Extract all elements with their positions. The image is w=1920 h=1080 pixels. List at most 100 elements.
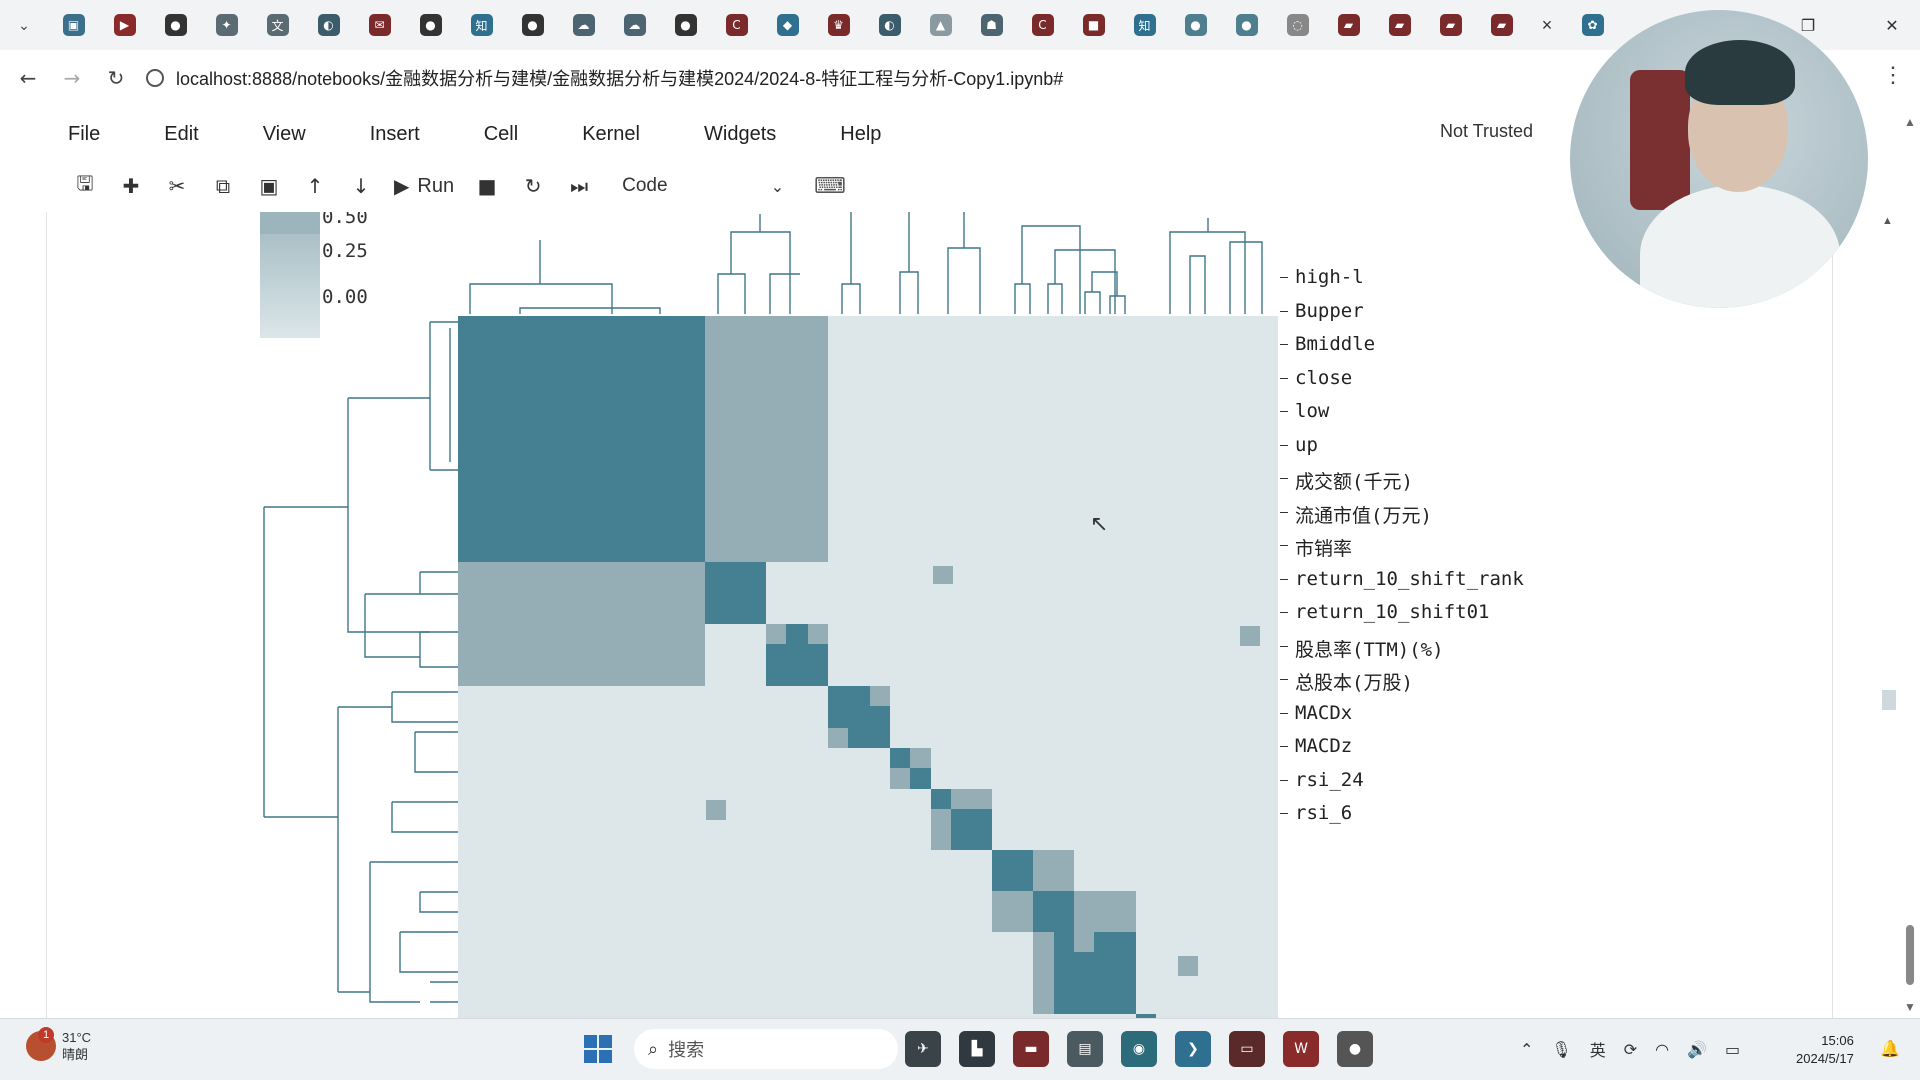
browser-tab[interactable]: ● <box>1221 0 1272 50</box>
cell-type-value: Code <box>622 175 668 196</box>
microphone-icon[interactable]: 🎙 <box>1551 1040 1571 1059</box>
page-scrollbar[interactable]: ▲ ▼ <box>1900 115 1920 1015</box>
browser-tab[interactable]: C <box>711 0 762 50</box>
browser-tab[interactable]: ✉ <box>354 0 405 50</box>
sync-icon[interactable]: ⟳ <box>1624 1040 1637 1059</box>
output-scroll-up-icon[interactable]: ▲ <box>1882 215 1893 227</box>
browser-tab[interactable]: 知 <box>1119 0 1170 50</box>
taskbar-app-chrome[interactable]: ◉ <box>1121 1031 1157 1067</box>
browser-tab[interactable]: ◌ <box>1272 0 1323 50</box>
browser-tab[interactable]: ● <box>150 0 201 50</box>
taskbar-app-wps[interactable]: W <box>1283 1031 1319 1067</box>
active-tab[interactable]: ✿ <box>1567 0 1618 50</box>
scrollbar-thumb[interactable] <box>1906 925 1914 985</box>
browser-tab[interactable]: ▰ <box>1476 0 1527 50</box>
menu-file[interactable]: File <box>58 117 110 152</box>
browser-tab[interactable]: ◐ <box>303 0 354 50</box>
browser-tab[interactable]: C <box>1017 0 1068 50</box>
more-vertical-icon: ⋮ <box>1882 62 1904 87</box>
chevron-up-icon[interactable]: ⌃ <box>1520 1040 1533 1059</box>
back-button[interactable]: ← <box>6 56 50 100</box>
row-tick <box>1280 411 1288 412</box>
browser-tab[interactable]: ▣ <box>48 0 99 50</box>
ime-icon[interactable]: 英 <box>1590 1037 1606 1061</box>
taskbar-search[interactable]: ⌕ 搜索 <box>634 1029 898 1069</box>
browser-tab[interactable]: ▲ <box>915 0 966 50</box>
interrupt-button[interactable]: ■ <box>464 167 510 205</box>
browser-tab[interactable]: ☁ <box>609 0 660 50</box>
trust-status[interactable]: Not Trusted <box>1440 121 1533 142</box>
browser-tab[interactable]: 知 <box>456 0 507 50</box>
notification-bell-icon[interactable]: 🔔 <box>1880 1039 1900 1058</box>
reload-button[interactable]: ↻ <box>94 56 138 100</box>
start-button[interactable] <box>584 1035 612 1063</box>
menu-help[interactable]: Help <box>830 117 891 152</box>
menu-view[interactable]: View <box>253 117 316 152</box>
taskbar-app-vscode[interactable]: ❯ <box>1175 1031 1211 1067</box>
cut-button[interactable]: ✂ <box>154 167 200 205</box>
forward-button[interactable]: → <box>50 56 94 100</box>
paste-button[interactable]: ▣ <box>246 167 292 205</box>
weather-widget[interactable]: 1 31°C 晴朗 <box>26 1027 91 1063</box>
close-window-button[interactable]: ✕ <box>1864 0 1920 50</box>
close-icon: × <box>1541 14 1553 35</box>
restart-run-all-button[interactable]: ⏭ <box>556 167 602 205</box>
taskbar-clock[interactable]: 15:06 2024/5/17 <box>1796 1032 1854 1068</box>
menu-edit[interactable]: Edit <box>154 117 208 152</box>
browser-tab[interactable]: ☁ <box>558 0 609 50</box>
taskbar-app-media[interactable]: ▬ <box>1013 1031 1049 1067</box>
taskbar-app-explorer[interactable]: ▤ <box>1067 1031 1103 1067</box>
menu-widgets[interactable]: Widgets <box>694 117 786 152</box>
taskbar-app-terminal[interactable]: ▭ <box>1229 1031 1265 1067</box>
browser-tab[interactable]: ◐ <box>864 0 915 50</box>
row-dendrogram <box>419 571 458 668</box>
run-button[interactable]: ▶ Run <box>384 174 464 198</box>
url-field[interactable]: localhost:8888/notebooks/金融数据分析与建模/金融数据分… <box>146 65 1063 91</box>
taskbar-app-recorder[interactable]: ● <box>1337 1031 1373 1067</box>
insert-cell-button[interactable]: ✚ <box>108 167 154 205</box>
browser-menu-button[interactable]: ⋮ <box>1882 62 1904 88</box>
chat-icon: ◆ <box>776 14 799 36</box>
row-tick <box>1280 813 1288 814</box>
scroll-up-icon[interactable]: ▲ <box>1904 115 1916 129</box>
restart-button[interactable]: ↻ <box>510 167 556 205</box>
robot-icon: ☗ <box>980 14 1003 36</box>
browser-tab[interactable]: ● <box>660 0 711 50</box>
menu-cell[interactable]: Cell <box>474 117 528 152</box>
browser-tab[interactable]: ◆ <box>762 0 813 50</box>
browser-tab[interactable]: ▰ <box>1323 0 1374 50</box>
move-down-button[interactable]: ↓ <box>338 167 384 205</box>
output-scrollbar-thumb[interactable] <box>1882 690 1896 710</box>
browser-tab[interactable]: ✦ <box>201 0 252 50</box>
browser-tab[interactable]: 文 <box>252 0 303 50</box>
browser-tab[interactable]: ▰ <box>1374 0 1425 50</box>
move-up-button[interactable]: ↑ <box>292 167 338 205</box>
volume-icon[interactable]: 🔊 <box>1687 1040 1707 1059</box>
browser-tab[interactable]: ▶ <box>99 0 150 50</box>
keyboard-shortcuts-button[interactable]: ⌨ <box>814 173 846 199</box>
copy-button[interactable]: ⧉ <box>200 167 246 205</box>
taskbar-app-files[interactable]: ▙ <box>959 1031 995 1067</box>
browser-tab[interactable]: ● <box>1170 0 1221 50</box>
clock-date: 2024/5/17 <box>1796 1051 1854 1066</box>
site-info-icon[interactable] <box>146 69 164 87</box>
browser-tab[interactable]: ● <box>405 0 456 50</box>
browser-tab[interactable]: ♛ <box>813 0 864 50</box>
heatmap-cell <box>766 624 786 644</box>
browser-tab[interactable]: ▰ <box>1425 0 1476 50</box>
battery-icon[interactable]: ▭ <box>1725 1040 1740 1059</box>
tab-close-button[interactable]: × <box>1527 0 1567 50</box>
heatmap-cell <box>1033 891 1074 932</box>
tab-search-button[interactable]: ⌄ <box>0 0 48 50</box>
taskbar-app-eagle[interactable]: ✈ <box>905 1031 941 1067</box>
cell-type-select[interactable]: Code ⌄ <box>618 169 788 203</box>
menu-insert[interactable]: Insert <box>360 117 430 152</box>
menu-kernel[interactable]: Kernel <box>572 117 650 152</box>
browser-tab[interactable]: ☗ <box>966 0 1017 50</box>
browser-tab[interactable]: ● <box>507 0 558 50</box>
wifi-icon[interactable]: ◠ <box>1655 1040 1669 1059</box>
scroll-down-icon[interactable]: ▼ <box>1904 1000 1916 1014</box>
save-button[interactable]: 🖫 <box>62 167 108 205</box>
heatmap-cell <box>705 562 766 624</box>
browser-tab[interactable]: ■ <box>1068 0 1119 50</box>
